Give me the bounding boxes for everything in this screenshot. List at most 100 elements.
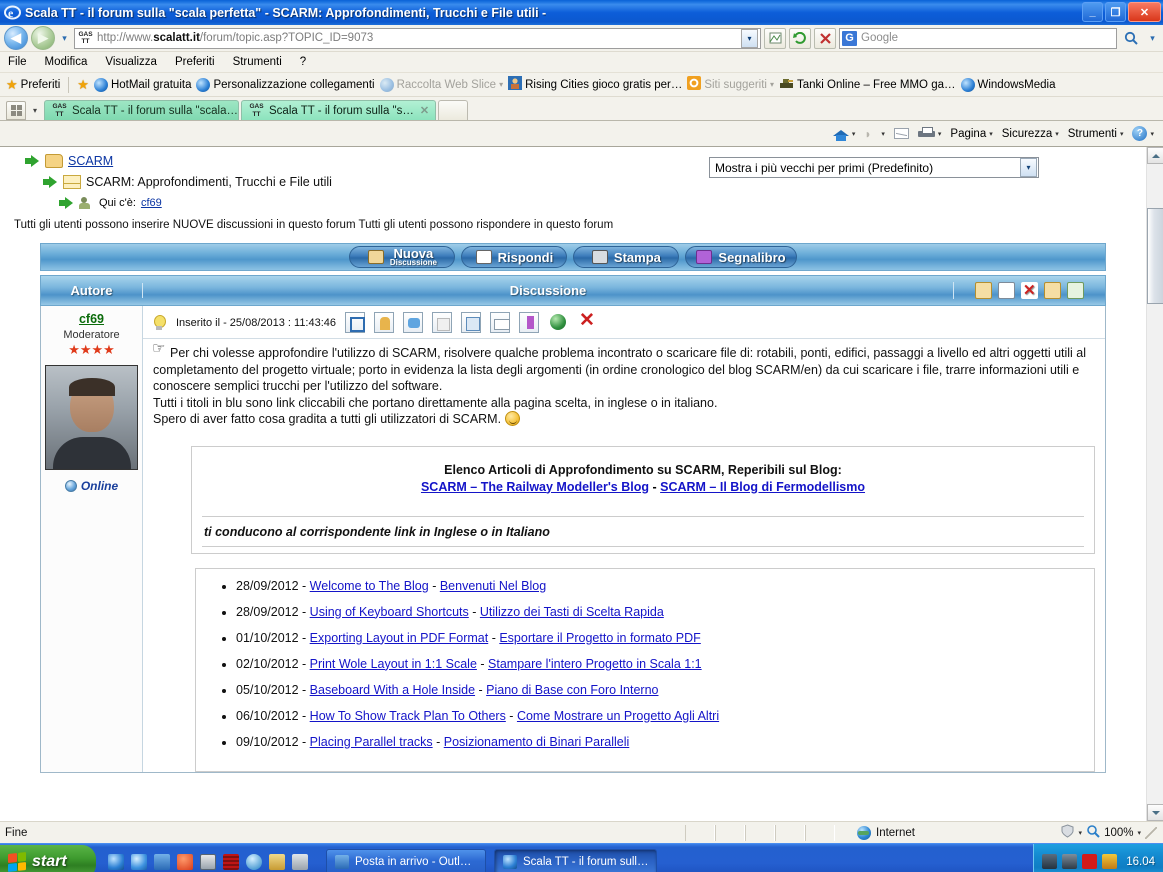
close-button[interactable]: ✕ (1128, 2, 1161, 22)
article-link-it[interactable]: Esportare il Progetto in formato PDF (499, 631, 700, 645)
menu-item-file[interactable]: File (8, 56, 27, 68)
forward-button[interactable]: ▶ (31, 26, 55, 50)
article-link-it[interactable]: Utilizzo dei Tasti di Scelta Rapida (480, 605, 664, 619)
print-topic-button[interactable]: Stampa (573, 246, 680, 268)
homepage-icon[interactable] (432, 312, 453, 333)
read-mail-button[interactable] (891, 128, 912, 139)
article-link-en[interactable]: Exporting Layout in PDF Format (310, 631, 489, 645)
refresh-button[interactable] (789, 27, 811, 49)
article-link-it[interactable]: Come Mostrare un Progetto Agli Altri (517, 709, 719, 723)
open-post-icon[interactable] (345, 312, 366, 333)
search-dropdown-icon[interactable]: ▾ (1146, 33, 1159, 44)
breadcrumb-link-scarm[interactable]: SCARM (68, 154, 113, 168)
new-topic-button[interactable]: Nuova Discussione (349, 246, 456, 268)
favorite-siti-suggeriti[interactable]: Siti suggeriti ▾ (687, 76, 774, 93)
security-menu[interactable]: Sicurezza ▾ (999, 128, 1062, 140)
maximize-button[interactable]: ❐ (1105, 2, 1126, 22)
favorite-web-slice[interactable]: Raccolta Web Slice ▾ (379, 77, 503, 92)
quote-icon[interactable] (519, 312, 540, 333)
favorite-personalizzazione[interactable]: Personalizzazione collegamenti (196, 77, 375, 92)
rack-icon[interactable] (223, 853, 239, 870)
start-button[interactable]: start (0, 844, 96, 872)
email-icon[interactable] (490, 312, 511, 333)
menu-item-preferiti[interactable]: Preferiti (175, 56, 215, 68)
article-link-en[interactable]: Print Wole Layout in 1:1 Scale (310, 657, 477, 671)
delete-topic-icon[interactable] (1021, 281, 1038, 299)
lock-topic-icon[interactable] (1044, 282, 1061, 299)
network-icon[interactable] (1042, 854, 1058, 869)
article-link-en[interactable]: Placing Parallel tracks (310, 735, 433, 749)
browser-tab-2[interactable]: GAS TT Scala TT - il forum sulla "s… ✕ (241, 100, 436, 120)
outlook-icon[interactable] (154, 853, 170, 870)
back-button[interactable]: ◀ (4, 26, 28, 50)
blog-link-italian[interactable]: SCARM – Il Blog di Fermodellismo (660, 480, 865, 494)
task-outlook[interactable]: Posta in arrivo - Outl… (326, 848, 486, 872)
menu-item-modifica[interactable]: Modifica (45, 56, 88, 68)
task-browser[interactable]: Scala TT - il forum sull… (494, 848, 658, 872)
print-button[interactable]: ▾ (915, 127, 945, 140)
favorites-button[interactable]: ★ Preferiti (6, 77, 60, 93)
delete-post-icon[interactable] (577, 309, 597, 333)
export-topic-icon[interactable] (1067, 282, 1084, 299)
scroll-down-button[interactable] (1147, 804, 1163, 821)
chevron-down-icon[interactable]: ▾ (938, 130, 942, 138)
player-icon[interactable] (246, 853, 262, 870)
window-icon[interactable] (200, 853, 216, 870)
calc-icon[interactable] (292, 853, 308, 870)
page-menu[interactable]: Pagina ▾ (947, 128, 995, 140)
favorite-windowsmedia[interactable]: WindowsMedia (960, 77, 1055, 92)
menu-item-visualizza[interactable]: Visualizza (105, 56, 157, 68)
zoom-icon[interactable] (1086, 824, 1100, 841)
blog-link-english[interactable]: SCARM – The Railway Modeller's Blog (421, 480, 649, 494)
page-scrollbar[interactable] (1146, 147, 1163, 821)
favorite-rising-cities[interactable]: Rising Cities gioco gratis per… (508, 76, 682, 93)
chevron-down-icon[interactable]: ▾ (770, 80, 774, 89)
scrollbar-thumb[interactable] (1147, 208, 1163, 304)
article-link-en[interactable]: Welcome to The Blog (310, 579, 429, 593)
chevron-down-icon[interactable]: ▾ (499, 80, 503, 89)
menu-item-strumenti[interactable]: Strumenti (233, 56, 282, 68)
scroll-up-button[interactable] (1147, 147, 1163, 164)
article-link-it[interactable]: Benvenuti Nel Blog (440, 579, 546, 593)
delete-folder-icon[interactable] (975, 282, 992, 299)
favorite-hotmail[interactable]: HotMail gratuita (93, 77, 191, 92)
new-tab-button[interactable] (438, 100, 468, 120)
sort-order-select[interactable]: Mostra i più vecchi per primi (Predefini… (709, 157, 1039, 178)
tab-list-dropdown-icon[interactable]: ▾ (28, 101, 42, 120)
browser-tab-1[interactable]: GAS TT Scala TT - il forum sulla "scala… (44, 100, 239, 120)
bookmark-button[interactable]: Segnalibro (685, 246, 797, 268)
article-link-it[interactable]: Piano di Base con Foro Interno (486, 683, 658, 697)
search-icon[interactable] (1120, 28, 1143, 49)
chevron-down-icon[interactable]: ▾ (1079, 829, 1083, 837)
add-favorite-button[interactable]: ★ (77, 77, 89, 93)
protected-mode-icon[interactable] (1060, 824, 1075, 841)
search-input[interactable]: G Google (839, 27, 1117, 49)
web-icon[interactable] (548, 312, 568, 333)
resize-grip[interactable] (1145, 826, 1157, 839)
author-name-link[interactable]: cf69 (41, 312, 142, 326)
profile-icon[interactable] (374, 312, 395, 333)
favorite-tanki-online[interactable]: Tanki Online – Free MMO ga… (779, 76, 956, 93)
help-menu[interactable]: ? ▾ (1129, 126, 1157, 141)
edit-post-icon[interactable] (461, 312, 482, 333)
pm-icon[interactable] (403, 312, 424, 333)
ati-icon[interactable] (1082, 854, 1098, 869)
history-dropdown-icon[interactable]: ▾ (58, 33, 71, 44)
menu-item-help[interactable]: ? (300, 56, 306, 68)
taskbar-clock[interactable]: 16.04 (1126, 856, 1155, 868)
article-link-en[interactable]: How To Show Track Plan To Others (310, 709, 506, 723)
stop-button[interactable] (814, 27, 836, 49)
article-link-en[interactable]: Using of Keyboard Shortcuts (310, 605, 469, 619)
updates-icon[interactable] (1102, 854, 1118, 869)
user-link-cf69[interactable]: cf69 (141, 197, 162, 209)
media-icon[interactable] (177, 853, 193, 870)
home-button[interactable]: ▾ (830, 126, 859, 141)
chevron-down-icon[interactable]: ▾ (1020, 158, 1037, 177)
url-input[interactable]: GAS TT http://www.scalatt.it/forum/topic.… (74, 27, 761, 49)
note-icon[interactable] (269, 853, 285, 870)
reply-button[interactable]: Rispondi (461, 246, 568, 268)
url-dropdown-icon[interactable]: ▾ (741, 28, 758, 48)
ie2-icon[interactable] (131, 853, 147, 870)
network-off-icon[interactable] (1062, 854, 1078, 869)
quick-tabs-button[interactable] (6, 101, 26, 120)
